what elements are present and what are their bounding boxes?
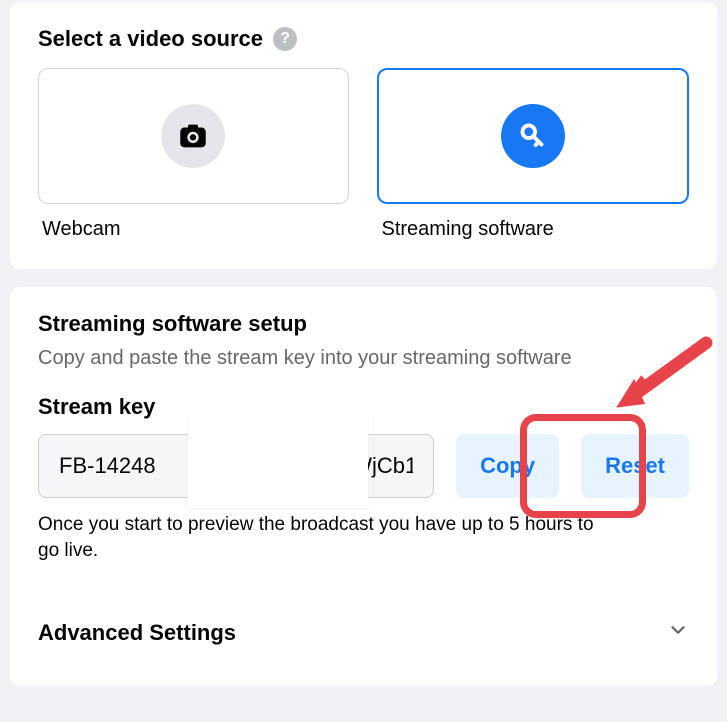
video-source-heading: Select a video source ?: [38, 26, 689, 52]
source-labels-row: Webcam Streaming software: [38, 218, 689, 241]
copy-button[interactable]: Copy: [456, 434, 559, 498]
setup-heading-text: Streaming software setup: [38, 311, 307, 337]
video-source-card: Select a video source ?: [10, 2, 717, 269]
redaction-overlay: [188, 416, 368, 508]
camera-icon: [161, 104, 225, 168]
streaming-setup-card: Streaming software setup Copy and paste …: [10, 287, 717, 686]
source-tile-webcam[interactable]: [38, 68, 349, 204]
reset-button[interactable]: Reset: [581, 434, 689, 498]
stream-key-row: Copy Reset: [38, 434, 689, 498]
source-options-row: [38, 68, 689, 204]
source-label-webcam: Webcam: [38, 218, 350, 241]
video-source-heading-text: Select a video source: [38, 26, 263, 52]
advanced-settings-toggle[interactable]: Advanced Settings: [38, 619, 689, 646]
setup-heading: Streaming software setup: [38, 311, 689, 337]
key-icon: [501, 104, 565, 168]
source-label-streaming: Streaming software: [378, 218, 690, 241]
chevron-down-icon: [667, 619, 689, 646]
stream-key-note: Once you start to preview the broadcast …: [38, 512, 598, 563]
source-tile-streaming[interactable]: [377, 68, 690, 204]
setup-subtitle: Copy and paste the stream key into your …: [38, 347, 689, 370]
help-icon[interactable]: ?: [273, 27, 297, 51]
advanced-settings-label: Advanced Settings: [38, 620, 236, 646]
